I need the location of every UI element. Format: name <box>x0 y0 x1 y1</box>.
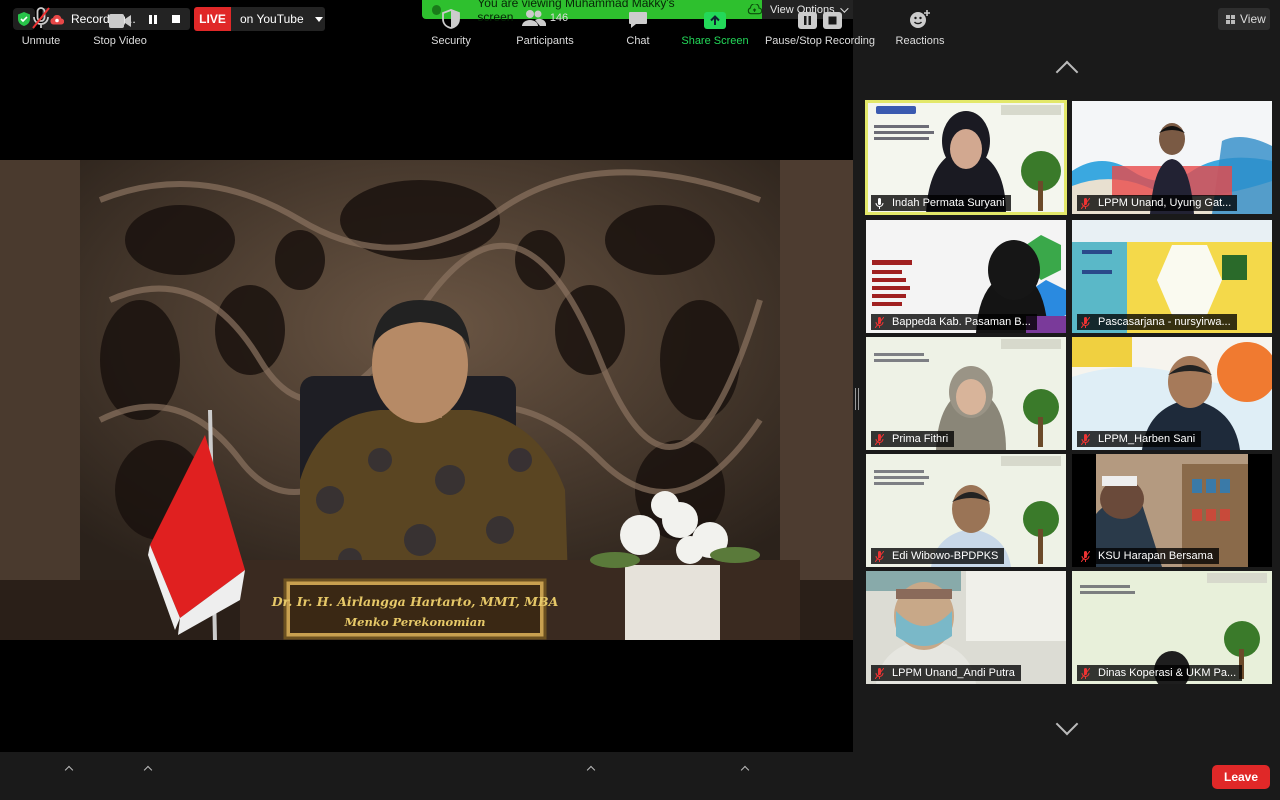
participant-name-tag: KSU Harapan Bersama <box>1077 548 1219 564</box>
chat-label: Chat <box>626 35 650 47</box>
people-icon <box>521 10 546 26</box>
pause-stop-recording-label: Pause/Stop Recording <box>764 35 876 47</box>
participant-name: LPPM Unand, Uyung Gat... <box>1098 197 1232 209</box>
unmute-button[interactable]: Unmute <box>18 0 64 48</box>
view-button[interactable]: View <box>1218 8 1270 30</box>
stop-video-button[interactable]: Stop Video <box>88 0 152 48</box>
participants-count: 146 <box>549 12 569 24</box>
chat-button[interactable]: Chat <box>618 0 658 48</box>
mic-muted-icon <box>1080 316 1091 328</box>
share-screen-icon <box>704 7 726 29</box>
participant-name: Prima Fithri <box>892 433 949 445</box>
speaker-video-frame <box>0 160 853 640</box>
recording-controls-icons <box>798 7 842 29</box>
participant-tile[interactable]: Prima Fithri <box>866 337 1066 450</box>
participant-name-tag: LPPM Unand, Uyung Gat... <box>1077 195 1238 211</box>
participant-name-tag: LPPM_Harben Sani <box>1077 431 1202 447</box>
smiley-plus-icon <box>909 7 931 29</box>
nameplate-name: Dr. Ir. H. Airlangga Hartarto, MMT, MBA <box>271 593 559 609</box>
caret-down-icon <box>314 16 323 22</box>
live-stream-dropdown[interactable]: on YouTube <box>231 7 325 31</box>
participant-name-tag: Edi Wibowo-BPDPKS <box>871 548 1005 564</box>
pause-icon <box>798 12 817 29</box>
grid-icon <box>1226 14 1235 24</box>
reactions-label: Reactions <box>895 35 945 47</box>
participant-name-tag: Indah Permata Suryani <box>871 195 1011 211</box>
mic-muted-icon <box>874 667 885 679</box>
participant-name: LPPM_Harben Sani <box>1098 433 1196 445</box>
participant-tile[interactable]: LPPM Unand, Uyung Gat... <box>1072 101 1272 214</box>
participant-name-tag: LPPM Unand_Andi Putra <box>871 665 1021 681</box>
participant-name-tag: Dinas Koperasi & UKM Pa... <box>1077 665 1243 681</box>
mic-muted-icon <box>874 433 885 445</box>
participant-tile[interactable]: LPPM_Harben Sani <box>1072 337 1272 450</box>
leave-button[interactable]: Leave <box>1212 765 1270 789</box>
stop-icon <box>823 12 842 29</box>
participant-tile[interactable]: LPPM Unand_Andi Putra <box>866 571 1066 684</box>
participant-tile[interactable]: Pascasarjana - nursyirwa... <box>1072 220 1272 333</box>
participant-name: KSU Harapan Bersama <box>1098 550 1213 562</box>
participant-name: Edi Wibowo-BPDPKS <box>892 550 999 562</box>
view-label: View <box>1240 12 1266 26</box>
stream-target-label: on YouTube <box>240 12 304 26</box>
unmute-label: Unmute <box>21 35 61 47</box>
stop-video-label: Stop Video <box>93 35 147 47</box>
participants-label: Participants <box>516 35 574 47</box>
pause-stop-recording-button[interactable]: Pause/Stop Recording <box>763 0 877 48</box>
participant-name: Dinas Koperasi & UKM Pa... <box>1098 667 1237 679</box>
participant-name: Pascasarjana - nursyirwa... <box>1098 316 1231 328</box>
participant-tile[interactable]: Indah Permata Suryani <box>865 100 1067 215</box>
speaker-nameplate: Dr. Ir. H. Airlangga Hartarto, MMT, MBA … <box>272 587 559 635</box>
mic-on-icon <box>875 197 884 209</box>
mic-muted-icon <box>1080 197 1091 209</box>
participant-tile[interactable]: KSU Harapan Bersama <box>1072 454 1272 567</box>
reactions-button[interactable]: Reactions <box>892 0 948 48</box>
viewing-banner-text: You are viewing Muhammad Makky's screen <box>477 0 675 24</box>
security-button[interactable]: Security <box>426 0 476 48</box>
zoom-meeting-window: Recording... LIVE on YouTube You are vie… <box>0 0 1280 800</box>
nameplate-title: Menko Perekonomian <box>344 614 486 629</box>
share-screen-label: Share Screen <box>681 35 749 47</box>
participant-name: LPPM Unand_Andi Putra <box>892 667 1015 679</box>
participant-name-tag: Pascasarjana - nursyirwa... <box>1077 314 1237 330</box>
mic-muted-icon <box>874 550 885 562</box>
mic-muted-icon <box>874 316 885 328</box>
mic-muted-icon <box>1080 550 1091 562</box>
participants-icon-group: 146 <box>521 7 569 29</box>
share-screen-button[interactable]: Share Screen <box>680 0 750 48</box>
participant-tile[interactable]: Bappeda Kab. Pasaman B... <box>866 220 1066 333</box>
participants-button[interactable]: 146 Participants <box>512 0 578 48</box>
security-label: Security <box>431 35 471 47</box>
participant-name-tag: Prima Fithri <box>871 431 955 447</box>
stop-recording-icon[interactable] <box>172 15 180 23</box>
chat-bubble-icon <box>628 7 648 29</box>
participant-tile[interactable]: Dinas Koperasi & UKM Pa... <box>1072 571 1272 684</box>
participant-name: Bappeda Kab. Pasaman B... <box>892 316 1031 328</box>
meeting-controls-toolbar <box>0 752 1280 800</box>
panel-resize-handle[interactable] <box>855 388 859 410</box>
participant-name-tag: Bappeda Kab. Pasaman B... <box>871 314 1037 330</box>
mic-muted-icon <box>31 7 51 29</box>
participant-name: Indah Permata Suryani <box>892 197 1005 209</box>
mic-muted-icon <box>1080 433 1091 445</box>
participant-tile[interactable]: Edi Wibowo-BPDPKS <box>866 454 1066 567</box>
live-badge: LIVE <box>194 7 231 31</box>
video-camera-icon <box>108 7 132 29</box>
shield-icon <box>442 7 460 29</box>
mic-muted-icon <box>1080 667 1091 679</box>
shared-screen-video: Dr. Ir. H. Airlangga Hartarto, MMT, MBA … <box>0 160 853 640</box>
